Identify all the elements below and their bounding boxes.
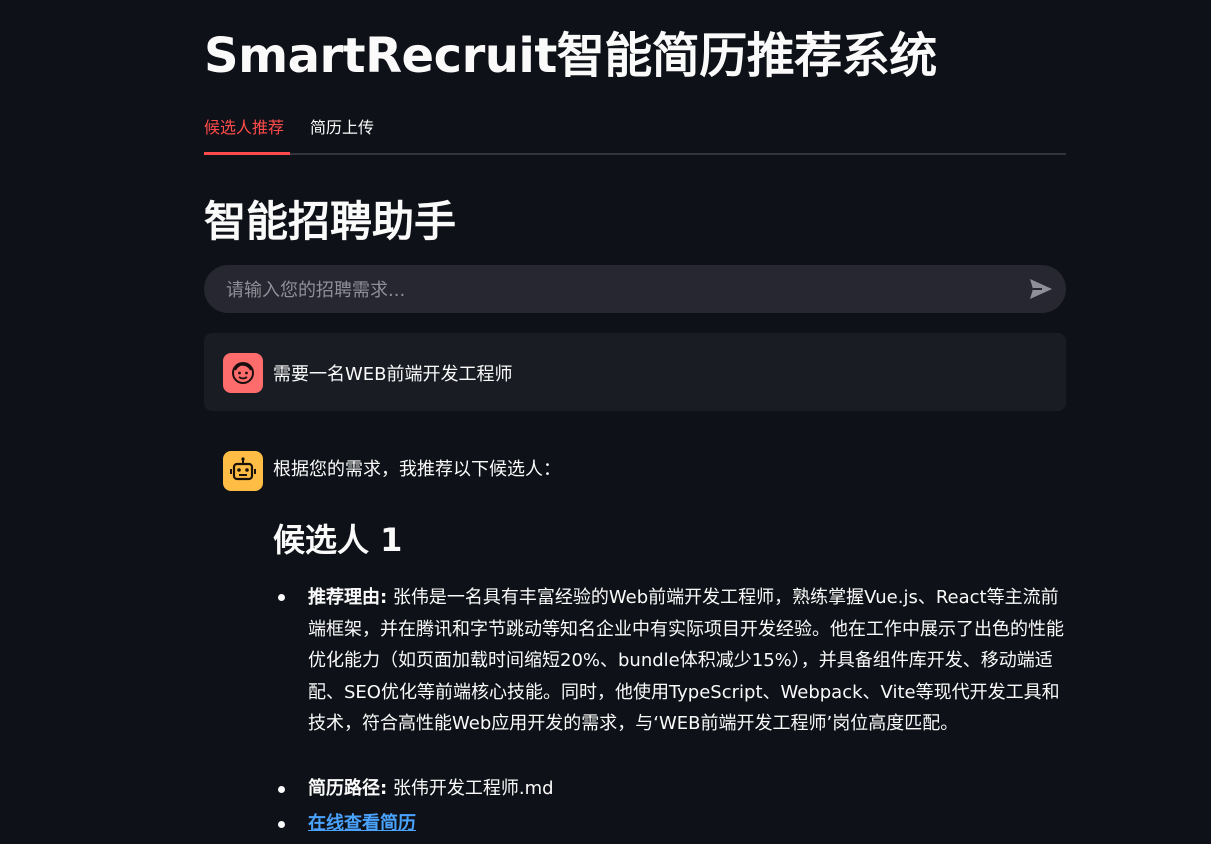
- reason-label: 推荐理由:: [308, 587, 388, 608]
- resume-path-value: 张伟开发工程师.md: [387, 778, 554, 799]
- user-face-icon: [223, 353, 263, 393]
- robot-icon: [223, 451, 263, 491]
- list-bullet: [278, 594, 285, 601]
- send-icon[interactable]: [1028, 277, 1054, 301]
- resume-path: 简历路径: 张伟开发工程师.md: [308, 774, 554, 800]
- resume-path-label: 简历路径:: [308, 778, 388, 799]
- view-resume-link[interactable]: 在线查看简历: [308, 809, 416, 835]
- tab-bar: 候选人推荐 简历上传: [204, 108, 1066, 155]
- assistant-intro-text: 根据您的需求，我推荐以下候选人：: [273, 459, 561, 480]
- user-message-text: 需要一名WEB前端开发工程师: [273, 364, 513, 385]
- list-bullet: [278, 786, 285, 793]
- tab-resume-upload[interactable]: 简历上传: [310, 114, 374, 138]
- reason-text: 张伟是一名具有丰富经验的Web前端开发工程师，熟练掌握Vue.js、React等…: [308, 587, 1064, 734]
- active-tab-indicator: [204, 152, 290, 155]
- list-bullet: [278, 821, 285, 828]
- section-title: 智能招聘助手: [204, 197, 457, 246]
- candidate-title: 候选人 1: [273, 521, 403, 559]
- recommendation-reason: 推荐理由: 张伟是一名具有丰富经验的Web前端开发工程师，熟练掌握Vue.js、…: [308, 582, 1064, 740]
- tab-candidate-recommendation[interactable]: 候选人推荐: [204, 114, 284, 138]
- chat-input-container: [204, 265, 1066, 315]
- chat-input[interactable]: [224, 265, 1008, 315]
- app-title: SmartRecruit智能简历推荐系统: [204, 28, 937, 84]
- user-message: 需要一名WEB前端开发工程师: [204, 333, 1066, 411]
